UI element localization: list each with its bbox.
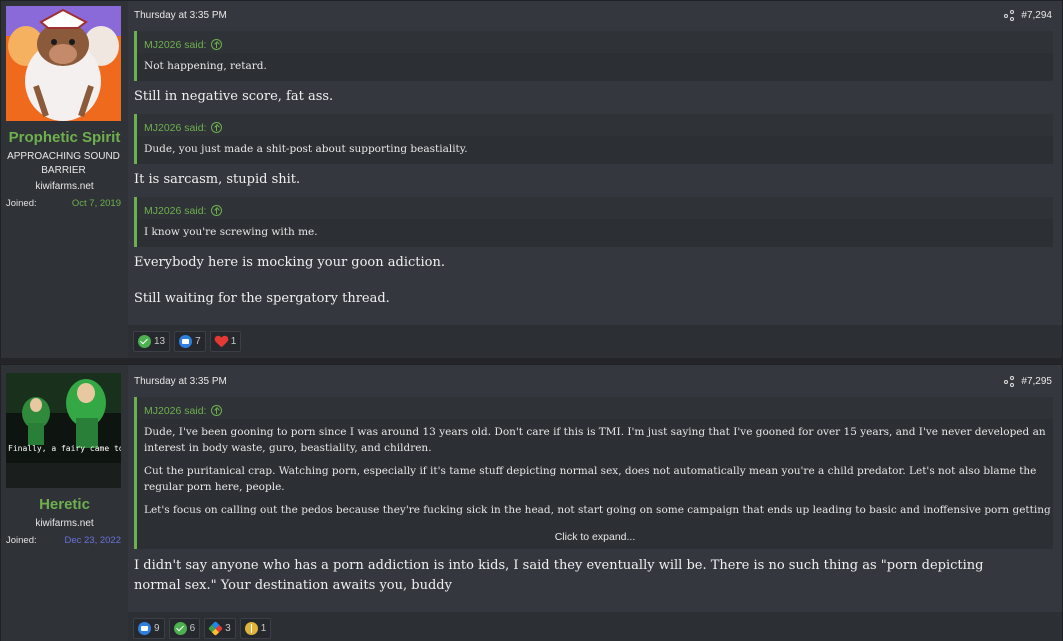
user-title: APPROACHING SOUND BARRIER: [7, 151, 120, 176]
post-7294: Prophetic Spirit APPROACHING SOUND BARRI…: [0, 0, 1063, 360]
post-number-area: #7,294: [1004, 10, 1052, 21]
quote-text: Not happening, retard.: [144, 60, 267, 72]
reaction-check[interactable]: 13: [133, 331, 171, 352]
quote-text: I know you're screwing with me.: [144, 226, 318, 238]
avatar-caption: Finally, a fairy came to you, fag!: [8, 444, 121, 453]
like-icon: [179, 335, 193, 348]
quote-author-label: MJ2026 said:: [144, 38, 207, 51]
reactions-bar: 13 7 1: [128, 325, 1062, 358]
joined-label: Joined:: [6, 198, 37, 209]
winner-icon: [208, 621, 223, 636]
reactions-bar: 9 6 3 1: [128, 612, 1062, 641]
quote-block: MJ2026 said: Dude, you just made a shit-…: [134, 114, 1053, 164]
post-number-area: #7,295: [1004, 376, 1052, 387]
arrow-up-icon[interactable]: [211, 39, 223, 50]
quote-text: Dude, you just made a shit-post about su…: [144, 143, 468, 155]
post-timestamp[interactable]: Thursday at 3:35 PM: [134, 376, 227, 387]
like-icon: [138, 622, 151, 635]
heart-icon: [215, 336, 228, 348]
share-icon[interactable]: [1004, 10, 1015, 21]
joined-label: Joined:: [6, 535, 37, 546]
gold-icon: [244, 622, 258, 635]
check-icon: [173, 622, 187, 635]
joined-date: Oct 7, 2019: [71, 198, 121, 209]
quote-text: Dude, I've been gooning to porn since I …: [137, 419, 1053, 519]
quote-block: MJ2026 said: Not happening, retard.: [134, 31, 1053, 81]
quote-paragraph: Cut the puritanical crap. Watching porn,…: [144, 465, 1037, 493]
reaction-count: 6: [189, 623, 196, 634]
post-text: I didn't say anyone who has a porn addic…: [134, 558, 984, 593]
share-icon[interactable]: [1004, 376, 1015, 387]
avatar[interactable]: Finally, a fairy came to you, fag!: [6, 373, 121, 488]
avatar[interactable]: [6, 6, 121, 121]
arrow-up-icon[interactable]: [211, 122, 223, 133]
arrow-up-icon[interactable]: [211, 405, 223, 416]
user-site: kiwifarms.net: [35, 181, 94, 192]
arrow-up-icon[interactable]: [211, 205, 223, 216]
post-text: It is sarcasm, stupid shit.: [134, 172, 301, 187]
post-timestamp[interactable]: Thursday at 3:35 PM: [134, 10, 227, 21]
post-number[interactable]: #7,295: [1021, 376, 1052, 387]
quote-author[interactable]: MJ2026 said:: [137, 114, 1053, 136]
post-7295: Finally, a fairy came to you, fag! Heret…: [0, 364, 1063, 641]
post-main: Thursday at 3:35 PM #7,294 MJ2026 said: …: [128, 1, 1062, 359]
post-text: Still in negative score, fat ass.: [134, 89, 334, 104]
username[interactable]: Heretic: [1, 496, 128, 513]
quote-author-label: MJ2026 said:: [144, 204, 207, 217]
reaction-count: 7: [195, 336, 201, 347]
post-number[interactable]: #7,294: [1021, 10, 1052, 21]
reaction-winner[interactable]: 3: [204, 618, 236, 639]
check-icon: [138, 335, 151, 348]
quote-author-label: MJ2026 said:: [144, 121, 207, 134]
reaction-check[interactable]: 6: [168, 618, 201, 639]
reaction-count: 3: [225, 623, 231, 634]
quote-block: MJ2026 said: Dude, I've been gooning to …: [134, 397, 1053, 549]
quote-author[interactable]: MJ2026 said:: [137, 197, 1053, 219]
reaction-count: 13: [154, 336, 166, 347]
reaction-heart[interactable]: 1: [209, 331, 242, 352]
post-text: Still waiting for the spergatory thread.: [134, 291, 390, 306]
quote-author[interactable]: MJ2026 said:: [137, 397, 1053, 419]
reaction-count: 1: [230, 336, 237, 347]
reaction-gold[interactable]: 1: [239, 618, 272, 639]
quote-block: MJ2026 said: I know you're screwing with…: [134, 197, 1053, 247]
quote-author[interactable]: MJ2026 said:: [137, 31, 1053, 53]
post-text: Everybody here is mocking your goon adic…: [134, 255, 445, 270]
user-info: Prophetic Spirit APPROACHING SOUND BARRI…: [1, 1, 128, 359]
reaction-like[interactable]: 9: [133, 618, 165, 639]
username[interactable]: Prophetic Spirit: [1, 129, 128, 146]
quote-fade: [137, 511, 1053, 549]
quote-paragraph: Dude, I've been gooning to porn since I …: [144, 426, 1046, 454]
quote-author-label: MJ2026 said:: [144, 404, 207, 417]
click-to-expand[interactable]: Click to expand...: [137, 531, 1053, 543]
user-info: Finally, a fairy came to you, fag! Heret…: [1, 365, 128, 641]
post-main: Thursday at 3:35 PM #7,295 MJ2026 said: …: [128, 365, 1062, 641]
reaction-count: 9: [154, 623, 160, 634]
reaction-count: 1: [260, 623, 267, 634]
reaction-like[interactable]: 7: [174, 331, 206, 352]
joined-date: Dec 23, 2022: [64, 535, 121, 546]
user-site: kiwifarms.net: [35, 518, 94, 529]
